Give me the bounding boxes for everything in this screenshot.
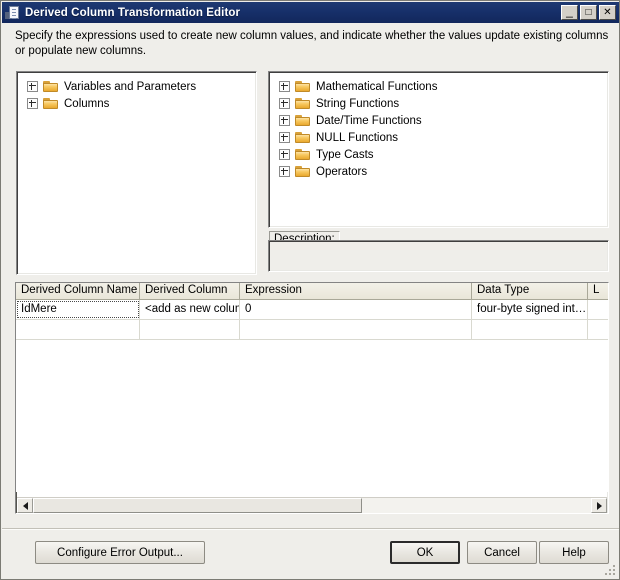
folder-icon (295, 165, 311, 178)
window-title: Derived Column Transformation Editor (25, 6, 241, 19)
cancel-button[interactable]: Cancel (467, 541, 537, 564)
cell-length[interactable] (588, 300, 608, 319)
tree-item-mathematical-functions[interactable]: Mathematical Functions (269, 78, 608, 95)
tree-item-label: Mathematical Functions (316, 80, 438, 93)
cell-derived-column-name[interactable]: IdMere (16, 300, 140, 319)
title-bar: Derived Column Transformation Editor _ □… (2, 2, 619, 23)
derived-columns-grid[interactable]: Derived Column Name Derived Column Expre… (15, 282, 609, 514)
window-controls: _ □ ✕ (561, 5, 616, 20)
tree-item-label: Date/Time Functions (316, 114, 422, 127)
scrollbar-track[interactable] (33, 498, 591, 513)
grid-header-derived-column[interactable]: Derived Column (140, 283, 240, 299)
cell-derived-column[interactable]: <add as new column> (140, 300, 240, 319)
cell-data-type[interactable] (472, 320, 588, 339)
plus-icon[interactable] (27, 81, 38, 92)
left-tree-list: Variables and Parameters Columns (17, 72, 256, 112)
close-button[interactable]: ✕ (599, 5, 616, 20)
grid-horizontal-scrollbar[interactable] (17, 497, 607, 513)
ok-button[interactable]: OK (390, 541, 460, 564)
minimize-icon: _ (566, 4, 573, 18)
tree-item-date-time-functions[interactable]: Date/Time Functions (269, 112, 608, 129)
plus-icon[interactable] (279, 149, 290, 160)
grid-header-row: Derived Column Name Derived Column Expre… (16, 283, 608, 300)
plus-icon[interactable] (279, 166, 290, 177)
functions-tree[interactable]: Mathematical Functions String Functions … (268, 71, 609, 228)
tree-item-type-casts[interactable]: Type Casts (269, 146, 608, 163)
folder-icon (295, 114, 311, 127)
plus-icon[interactable] (279, 115, 290, 126)
cell-derived-column-name[interactable] (16, 320, 140, 339)
grid-header-data-type[interactable]: Data Type (472, 283, 588, 299)
dialog-window: Derived Column Transformation Editor _ □… (0, 0, 620, 580)
help-button[interactable]: Help (539, 541, 609, 564)
tree-item-columns[interactable]: Columns (17, 95, 256, 112)
tree-item-label: Type Casts (316, 148, 374, 161)
scroll-right-icon[interactable] (591, 498, 607, 513)
tree-item-operators[interactable]: Operators (269, 163, 608, 180)
footer-separator (2, 528, 619, 530)
folder-icon (43, 80, 59, 93)
cell-expression[interactable] (240, 320, 472, 339)
grid-header-expression[interactable]: Expression (240, 283, 472, 299)
resize-grip-icon[interactable] (603, 563, 617, 577)
document-window-icon (5, 5, 21, 20)
tree-item-label: Operators (316, 165, 368, 178)
plus-icon[interactable] (27, 98, 38, 109)
configure-error-output-button[interactable]: Configure Error Output... (35, 541, 205, 564)
plus-icon[interactable] (279, 132, 290, 143)
plus-icon[interactable] (279, 81, 290, 92)
grid-empty-area (16, 340, 608, 492)
cell-data-type[interactable]: four-byte signed int… (472, 300, 588, 319)
folder-icon (295, 131, 311, 144)
folder-icon (43, 97, 59, 110)
cell-length[interactable] (588, 320, 608, 339)
scroll-left-icon[interactable] (17, 498, 33, 513)
description-box (268, 240, 609, 272)
maximize-icon: □ (585, 6, 592, 18)
scrollbar-thumb[interactable] (33, 498, 363, 513)
right-tree-list: Mathematical Functions String Functions … (269, 72, 608, 180)
instruction-text: Specify the expressions used to create n… (15, 30, 609, 57)
table-row[interactable]: IdMere <add as new column> 0 four-byte s… (16, 300, 608, 320)
tree-item-label: Columns (64, 97, 110, 110)
folder-icon (295, 80, 311, 93)
table-row[interactable] (16, 320, 608, 340)
plus-icon[interactable] (279, 98, 290, 109)
tree-item-label: String Functions (316, 97, 400, 110)
cell-expression[interactable]: 0 (240, 300, 472, 319)
close-icon: ✕ (603, 6, 612, 18)
tree-item-variables-and-parameters[interactable]: Variables and Parameters (17, 78, 256, 95)
tree-item-label: NULL Functions (316, 131, 399, 144)
folder-icon (295, 148, 311, 161)
tree-item-null-functions[interactable]: NULL Functions (269, 129, 608, 146)
folder-icon (295, 97, 311, 110)
grid-header-derived-column-name[interactable]: Derived Column Name (16, 283, 140, 299)
cell-derived-column[interactable] (140, 320, 240, 339)
grid-header-length[interactable]: L (588, 283, 608, 299)
maximize-button[interactable]: □ (580, 5, 597, 20)
tree-item-string-functions[interactable]: String Functions (269, 95, 608, 112)
tree-item-label: Variables and Parameters (64, 80, 197, 93)
minimize-button[interactable]: _ (561, 5, 578, 20)
variables-columns-tree[interactable]: Variables and Parameters Columns (16, 71, 257, 275)
